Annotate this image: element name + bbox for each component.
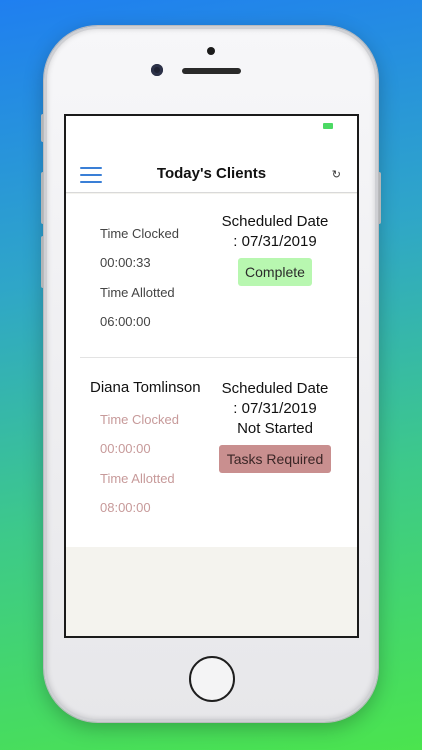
battery-icon [323,123,333,129]
time-allotted-label: Time Allotted [100,285,175,300]
client-card[interactable]: Diana Tomlinson Time Clocked 00:00:00 Ti… [66,358,357,547]
refresh-icon[interactable]: ↻ [332,168,341,181]
scheduled-date-label: Scheduled Date [221,380,329,397]
scheduled-date-value: : 07/31/2019 [233,400,317,417]
status-text: Not Started [237,420,313,437]
status-badge[interactable]: Complete [238,258,312,286]
scheduled-date-value: : 07/31/2019 [233,233,317,250]
status-bar [66,116,357,138]
time-allotted-label: Time Allotted [100,471,175,486]
time-clocked-label: Time Clocked [100,226,179,241]
earpiece-speaker [182,68,241,74]
navigation-bar: Today's Clients ↻ [66,138,357,193]
client-name: Diana Tomlinson [90,379,201,396]
sensor-dot [207,47,215,55]
client-card[interactable]: Time Clocked 00:00:33 Time Allotted 06:0… [66,194,357,358]
scheduled-date-label: Scheduled Date [221,213,329,230]
client-list: Time Clocked 00:00:33 Time Allotted 06:0… [66,194,357,547]
time-clocked-value: 00:00:00 [100,441,151,456]
tasks-required-button[interactable]: Tasks Required [219,445,331,473]
time-clocked-value: 00:00:33 [100,255,151,270]
time-allotted-value: 08:00:00 [100,500,151,515]
home-button[interactable] [189,656,235,702]
front-camera [151,64,163,76]
app-screen: Today's Clients ↻ Time Clocked 00:00:33 … [64,114,359,638]
time-clocked-label: Time Clocked [100,412,179,427]
time-allotted-value: 06:00:00 [100,314,151,329]
page-title: Today's Clients [156,165,267,182]
